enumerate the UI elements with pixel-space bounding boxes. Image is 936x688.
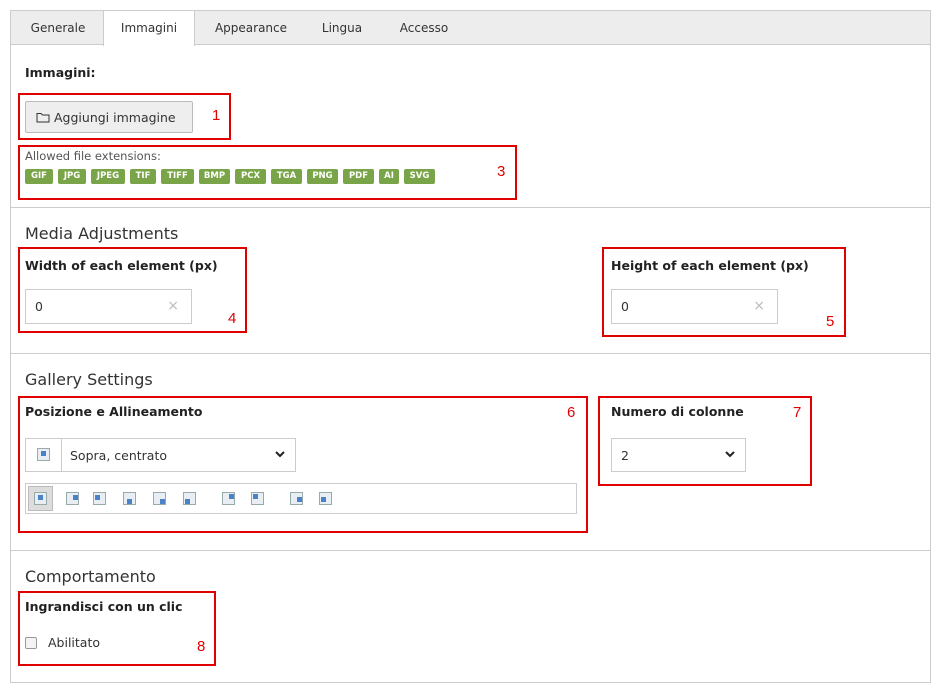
tab-lingua[interactable]: Lingua	[311, 11, 373, 45]
annotation-number-3: 3	[497, 163, 506, 180]
annotation-box-3	[18, 145, 517, 200]
annotation-box-7	[598, 396, 812, 486]
annotation-box-8	[18, 591, 216, 666]
annotation-box-6	[18, 396, 588, 533]
annotation-number-4: 4	[228, 310, 237, 327]
tab-bar: Generale Immagini Appearance Lingua Acce…	[11, 11, 930, 46]
annotation-box-4	[18, 247, 247, 333]
annotation-number-6: 6	[567, 404, 576, 421]
annotation-box-5	[602, 247, 846, 337]
annotation-number-7: 7	[793, 404, 802, 421]
tab-appearance[interactable]: Appearance	[201, 11, 301, 45]
annotation-number-8: 8	[197, 638, 206, 655]
images-label: Immagini:	[25, 65, 96, 80]
behavior-title: Comportamento	[25, 567, 156, 586]
gallery-settings-title: Gallery Settings	[25, 370, 153, 389]
tab-accesso[interactable]: Accesso	[389, 11, 459, 45]
annotation-number-1: 1	[212, 107, 221, 124]
media-adjustments-title: Media Adjustments	[25, 224, 179, 243]
annotation-number-5: 5	[826, 313, 835, 330]
tab-generale[interactable]: Generale	[17, 11, 99, 45]
tab-immagini[interactable]: Immagini	[103, 11, 195, 46]
annotation-box-1	[18, 93, 231, 140]
